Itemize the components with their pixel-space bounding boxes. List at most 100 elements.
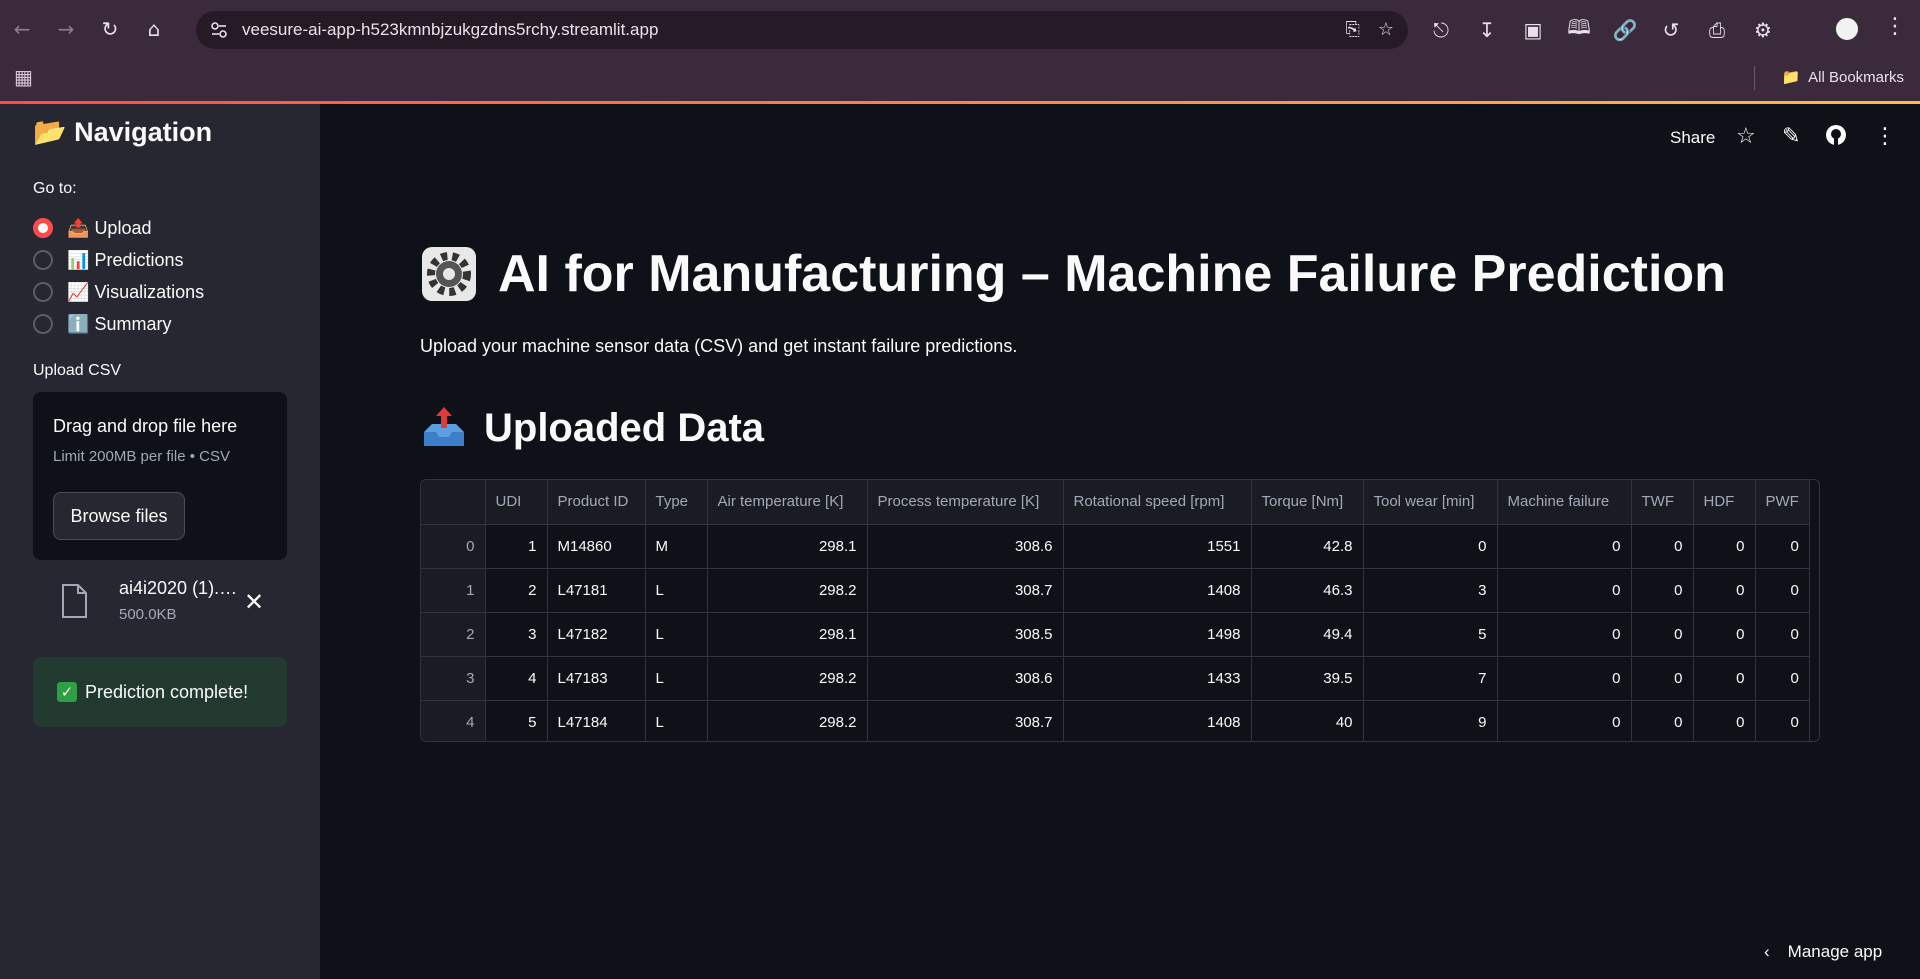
remove-file-icon[interactable]: ✕: [244, 588, 264, 616]
table-cell[interactable]: L: [645, 612, 708, 657]
table-cell[interactable]: 0: [1755, 700, 1810, 741]
table-cell[interactable]: L47183: [547, 656, 646, 701]
bookmark-star-icon[interactable]: ☆: [1378, 19, 1394, 40]
table-cell[interactable]: 0: [1693, 568, 1756, 613]
table-cell[interactable]: 1: [485, 524, 548, 569]
table-column-header[interactable]: Type: [645, 480, 708, 525]
table-cell[interactable]: 1551: [1063, 524, 1252, 569]
table-cell[interactable]: M: [645, 524, 708, 569]
table-cell[interactable]: 1498: [1063, 612, 1252, 657]
table-cell[interactable]: 0: [1755, 568, 1810, 613]
table-cell[interactable]: 39.5: [1251, 656, 1364, 701]
share-button[interactable]: Share: [1670, 128, 1715, 148]
table-row[interactable]: 4 5 L47184 L 298.2 308.7 1408 40 9 0 0 0 0: [421, 700, 1810, 741]
table-cell[interactable]: 0: [1631, 568, 1694, 613]
row-index[interactable]: 3: [421, 656, 486, 701]
table-column-header[interactable]: [421, 480, 486, 525]
table-column-header[interactable]: TWF: [1631, 480, 1694, 525]
incognito-icon[interactable]: ⚙: [1750, 18, 1776, 42]
nav-option-summary[interactable]: ℹ️ Summary: [33, 308, 204, 340]
table-cell[interactable]: 0: [1693, 524, 1756, 569]
github-icon[interactable]: [1825, 124, 1847, 152]
table-cell[interactable]: 308.5: [867, 612, 1064, 657]
forward-icon[interactable]: →: [44, 7, 88, 51]
table-cell[interactable]: 1408: [1063, 700, 1252, 741]
row-index[interactable]: 0: [421, 524, 486, 569]
browse-files-button[interactable]: Browse files: [53, 492, 185, 540]
main-menu-icon[interactable]: ⋮: [1874, 124, 1896, 149]
table-column-header[interactable]: PWF: [1755, 480, 1810, 525]
table-cell[interactable]: 0: [1755, 656, 1810, 701]
install-app-icon[interactable]: ⎘: [1345, 19, 1359, 40]
extensions-icon[interactable]: ⎋: [1428, 18, 1454, 42]
radio-unselected-icon[interactable]: [33, 314, 53, 334]
table-cell[interactable]: 0: [1693, 612, 1756, 657]
table-cell[interactable]: 46.3: [1251, 568, 1364, 613]
table-column-header[interactable]: Torque [Nm]: [1251, 480, 1364, 525]
table-cell[interactable]: 3: [485, 612, 548, 657]
reload-icon[interactable]: ↻: [88, 7, 132, 51]
browser-menu-icon[interactable]: ⋮: [1884, 14, 1906, 39]
radio-selected-icon[interactable]: [33, 218, 53, 238]
table-cell[interactable]: 0: [1631, 656, 1694, 701]
table-cell[interactable]: 5: [1363, 612, 1498, 657]
table-cell[interactable]: L47182: [547, 612, 646, 657]
table-cell[interactable]: 5: [485, 700, 548, 741]
table-cell[interactable]: 0: [1497, 700, 1632, 741]
table-cell[interactable]: 298.1: [707, 612, 868, 657]
radio-unselected-icon[interactable]: [33, 250, 53, 270]
data-table[interactable]: UDI Product ID Type Air temperature [K] Proc…: [420, 479, 1820, 742]
nav-option-upload[interactable]: 📤 Upload: [33, 212, 204, 244]
table-cell[interactable]: 0: [1497, 524, 1632, 569]
reading-mode-icon[interactable]: 🕮: [1566, 13, 1592, 47]
manage-app-button[interactable]: ‹ Manage app: [1764, 942, 1882, 962]
table-cell[interactable]: 0: [1693, 700, 1756, 741]
all-bookmarks[interactable]: 📁 All Bookmarks: [1781, 68, 1904, 87]
table-cell[interactable]: 298.2: [707, 700, 868, 741]
table-cell[interactable]: 298.1: [707, 524, 868, 569]
table-cell[interactable]: 4: [485, 656, 548, 701]
table-cell[interactable]: 308.7: [867, 700, 1064, 741]
table-column-header[interactable]: Machine failure: [1497, 480, 1632, 525]
table-cell[interactable]: 7: [1363, 656, 1498, 701]
table-cell[interactable]: 40: [1251, 700, 1364, 741]
table-cell[interactable]: L: [645, 656, 708, 701]
table-row[interactable]: 1 2 L47181 L 298.2 308.7 1408 46.3 3 0 0 0 0: [421, 568, 1810, 613]
table-cell[interactable]: 298.2: [707, 656, 868, 701]
table-cell[interactable]: 0: [1497, 612, 1632, 657]
table-cell[interactable]: L: [645, 568, 708, 613]
table-cell[interactable]: M14860: [547, 524, 646, 569]
row-index[interactable]: 4: [421, 700, 486, 741]
table-cell[interactable]: L47181: [547, 568, 646, 613]
table-cell[interactable]: 0: [1631, 612, 1694, 657]
apps-grid-icon[interactable]: ▦: [14, 65, 33, 89]
star-icon[interactable]: ☆: [1736, 124, 1756, 149]
table-column-header[interactable]: Process temperature [K]: [867, 480, 1064, 525]
edit-icon[interactable]: ✎: [1782, 124, 1800, 149]
row-index[interactable]: 2: [421, 612, 486, 657]
home-icon[interactable]: ⌂: [132, 7, 176, 51]
table-cell[interactable]: 1433: [1063, 656, 1252, 701]
radio-unselected-icon[interactable]: [33, 282, 53, 302]
print-icon[interactable]: ⎙: [1704, 18, 1730, 42]
table-cell[interactable]: 0: [1693, 656, 1756, 701]
screenshot-icon[interactable]: ▣: [1520, 18, 1546, 42]
table-cell[interactable]: L: [645, 700, 708, 741]
back-icon[interactable]: ←: [0, 7, 44, 51]
table-cell[interactable]: 0: [1631, 524, 1694, 569]
table-cell[interactable]: 42.8: [1251, 524, 1364, 569]
table-cell[interactable]: 308.7: [867, 568, 1064, 613]
table-row[interactable]: 3 4 L47183 L 298.2 308.6 1433 39.5 7 0 0 0 0: [421, 656, 1810, 701]
download-icon[interactable]: ↧: [1474, 18, 1500, 42]
site-info-icon[interactable]: [210, 21, 228, 39]
table-row[interactable]: 0 1 M14860 M 298.1 308.6 1551 42.8 0 0 0 0 0: [421, 524, 1810, 569]
table-cell[interactable]: 1408: [1063, 568, 1252, 613]
url-text[interactable]: veesure-ai-app-h523kmnbjzukgzdns5rchy.st…: [242, 20, 658, 40]
table-cell[interactable]: 308.6: [867, 656, 1064, 701]
table-cell[interactable]: 308.6: [867, 524, 1064, 569]
table-cell[interactable]: L47184: [547, 700, 646, 741]
table-column-header[interactable]: HDF: [1693, 480, 1756, 525]
nav-option-predictions[interactable]: 📊 Predictions: [33, 244, 204, 276]
table-cell[interactable]: 298.2: [707, 568, 868, 613]
table-cell[interactable]: 3: [1363, 568, 1498, 613]
